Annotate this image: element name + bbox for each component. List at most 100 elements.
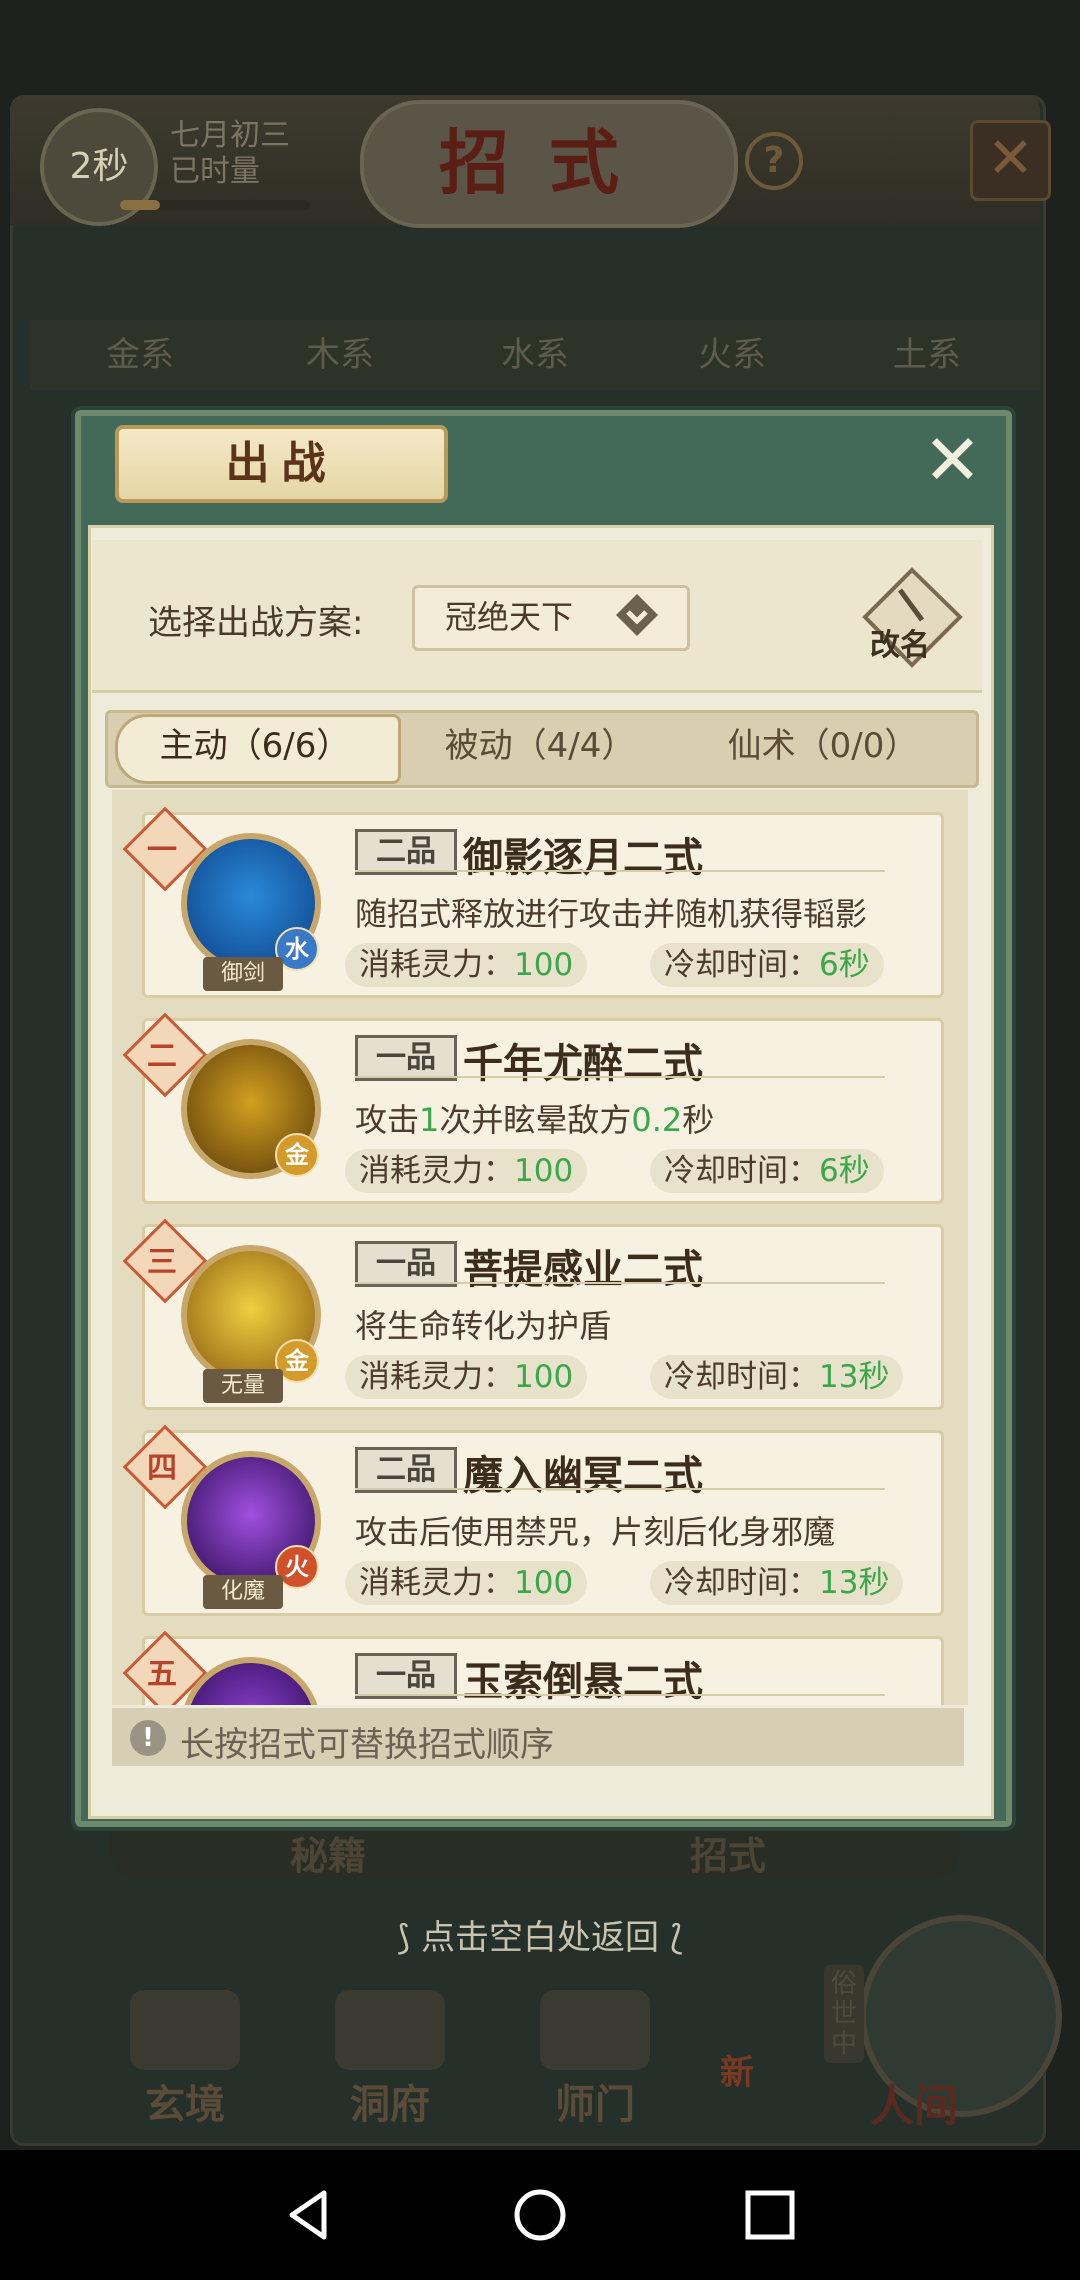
skill-icon[interactable]: [181, 1657, 321, 1705]
cooldown-value: 6秒: [819, 947, 870, 983]
exclamation-icon: !: [130, 1720, 166, 1756]
game-date: 七月初三 已时量: [170, 118, 290, 190]
description-text: 攻击: [355, 1101, 420, 1139]
cooldown-value: 6秒: [819, 1153, 870, 1189]
slot-number: 三: [147, 1245, 177, 1280]
description-text: 秒: [682, 1101, 715, 1139]
slot-number: 四: [147, 1451, 177, 1486]
cave-house-icon[interactable]: [335, 1990, 445, 2070]
description-text: 攻击后使用禁咒，片刻后化身邪魔: [355, 1513, 836, 1551]
divider: [355, 1076, 885, 1078]
description-text: 随招式释放进行攻击并随机获得韬影: [355, 895, 868, 933]
skill-card[interactable]: 五 一品 玉索倒悬二式: [122, 1630, 944, 1705]
skill-description: 将生命转化为护盾: [355, 1301, 611, 1347]
mana-cost: 消耗灵力：100: [345, 1355, 588, 1399]
cooldown: 冷却时间：13秒: [650, 1355, 904, 1399]
new-badge: 新: [720, 2053, 754, 2093]
home-icon[interactable]: [512, 2187, 568, 2243]
description-text: 次并眩晕敌方: [439, 1101, 632, 1139]
tab-fire[interactable]: 火系: [637, 320, 827, 390]
nav-cave-house[interactable]: 洞府: [320, 2072, 460, 2130]
dialog-close-icon[interactable]: ✕: [920, 425, 985, 495]
grade-tag: 一品: [355, 1653, 457, 1699]
mana-cost-value: 100: [514, 1153, 574, 1189]
mana-cost-label: 消耗灵力：: [359, 1565, 514, 1601]
mana-cost-label: 消耗灵力：: [359, 947, 514, 983]
scroll-right-ornament: ⟅: [659, 1918, 684, 1958]
grade-tag: 二品: [355, 829, 457, 875]
skill-name: 御影逐月二式: [463, 835, 703, 881]
tab-passive-skills[interactable]: 被动（4/4）: [400, 710, 680, 782]
skill-list: 一水御剑 二品 御影逐月二式 随招式释放进行攻击并随机获得韬影 消耗灵力：100 冷却时间…: [112, 790, 968, 1705]
cooldown-value: 13秒: [819, 1565, 890, 1601]
slot-number: 二: [147, 1039, 177, 1074]
skill-description: 攻击1次并眩晕敌方0.2秒: [355, 1095, 714, 1141]
cooldown-label: 冷却时间：: [664, 1565, 819, 1601]
time-progress-fill: [120, 200, 160, 210]
hint-text: 长按招式可替换招式顺序: [180, 1725, 554, 1765]
close-icon[interactable]: ✕: [970, 120, 1051, 201]
dropdown-arrow-icon[interactable]: [612, 590, 662, 640]
mana-cost-label: 消耗灵力：: [359, 1359, 514, 1395]
cooldown: 冷却时间：6秒: [650, 1149, 884, 1193]
world-status-label: 俗世中: [824, 1965, 864, 2063]
tab-earth[interactable]: 土系: [832, 320, 1022, 390]
slot-number: 一: [147, 833, 177, 868]
cooldown-label: 冷却时间：: [664, 1153, 819, 1189]
nav-sect[interactable]: 师门: [525, 2072, 665, 2130]
rename-button[interactable]: 改名: [870, 620, 930, 664]
skill-card[interactable]: 一水御剑 二品 御影逐月二式 随招式释放进行攻击并随机获得韬影 消耗灵力：100 冷却时间…: [122, 806, 944, 998]
cooldown-value: 13秒: [819, 1359, 890, 1395]
tab-metal[interactable]: 金系: [45, 320, 235, 390]
school-tag: 御剑: [203, 957, 283, 991]
date-line-1: 七月初三: [170, 118, 290, 153]
tab-immortal-arts[interactable]: 仙术（0/0）: [682, 710, 964, 782]
nav-mortal-world[interactable]: 人间: [870, 2070, 958, 2134]
skill-card[interactable]: 三金无量 一品 菩提感业二式 将生命转化为护盾 消耗灵力：100 冷却时间：13秒: [122, 1218, 944, 1410]
divider: [355, 1694, 885, 1696]
recents-icon[interactable]: [742, 2187, 798, 2243]
slot-number: 五: [147, 1657, 177, 1692]
cooldown: 冷却时间：13秒: [650, 1561, 904, 1605]
page-title: 招式: [360, 100, 738, 228]
mana-cost: 消耗灵力：100: [345, 1561, 588, 1605]
tab-active-skills[interactable]: 主动（6/6）: [115, 710, 395, 782]
dialog-title: 出战: [115, 425, 448, 503]
cooldown-label: 冷却时间：: [664, 947, 819, 983]
xuanjing-icon[interactable]: [130, 1990, 240, 2070]
mana-cost: 消耗灵力：100: [345, 943, 588, 987]
skill-card[interactable]: 二金 一品 千年尤醉二式攻击1次并眩晕敌方0.2秒消耗灵力：100 冷却时间：6秒: [122, 1012, 944, 1204]
sect-icon[interactable]: [540, 1990, 650, 2070]
skill-name: 千年尤醉二式: [463, 1041, 703, 1087]
description-text: 将生命转化为护盾: [355, 1307, 612, 1345]
mana-cost-value: 100: [514, 947, 574, 983]
mana-cost-label: 消耗灵力：: [359, 1153, 514, 1189]
mana-cost: 消耗灵力：100: [345, 1149, 588, 1193]
skill-name: 玉索倒悬二式: [463, 1659, 703, 1705]
tab-moves[interactable]: 招式: [690, 1825, 766, 1880]
element-badge: 金: [275, 1133, 319, 1177]
cooldown: 冷却时间：6秒: [650, 943, 884, 987]
plan-dropdown-value: 冠绝天下: [445, 598, 574, 636]
grade-tag: 一品: [355, 1035, 457, 1081]
date-line-2: 已时量: [170, 154, 260, 189]
back-icon[interactable]: [280, 2187, 336, 2243]
description-value: 1: [419, 1101, 440, 1139]
help-icon[interactable]: ?: [745, 132, 803, 190]
skill-name: 菩提感业二式: [463, 1247, 703, 1293]
nav-xuanjing[interactable]: 玄境: [115, 2072, 255, 2130]
school-tag: 化魔: [203, 1575, 283, 1609]
grade-tag: 一品: [355, 1241, 457, 1287]
school-tag: 无量: [203, 1369, 283, 1403]
divider: [355, 1282, 885, 1284]
tab-water[interactable]: 水系: [440, 320, 630, 390]
tab-secret-books[interactable]: 秘籍: [290, 1825, 366, 1880]
plan-label: 选择出战方案:: [148, 603, 364, 643]
skill-card[interactable]: 四火化魔 二品 魔入幽冥二式 攻击后使用禁咒，片刻后化身邪魔 消耗灵力：100 冷却时间：…: [122, 1424, 944, 1616]
grade-tag: 二品: [355, 1447, 457, 1493]
skill-description: 攻击后使用禁咒，片刻后化身邪魔: [355, 1507, 835, 1553]
divider: [355, 1488, 885, 1490]
scroll-left-ornament: ⟆: [396, 1918, 421, 1958]
skill-name: 魔入幽冥二式: [463, 1453, 703, 1499]
tab-wood[interactable]: 木系: [245, 320, 435, 390]
